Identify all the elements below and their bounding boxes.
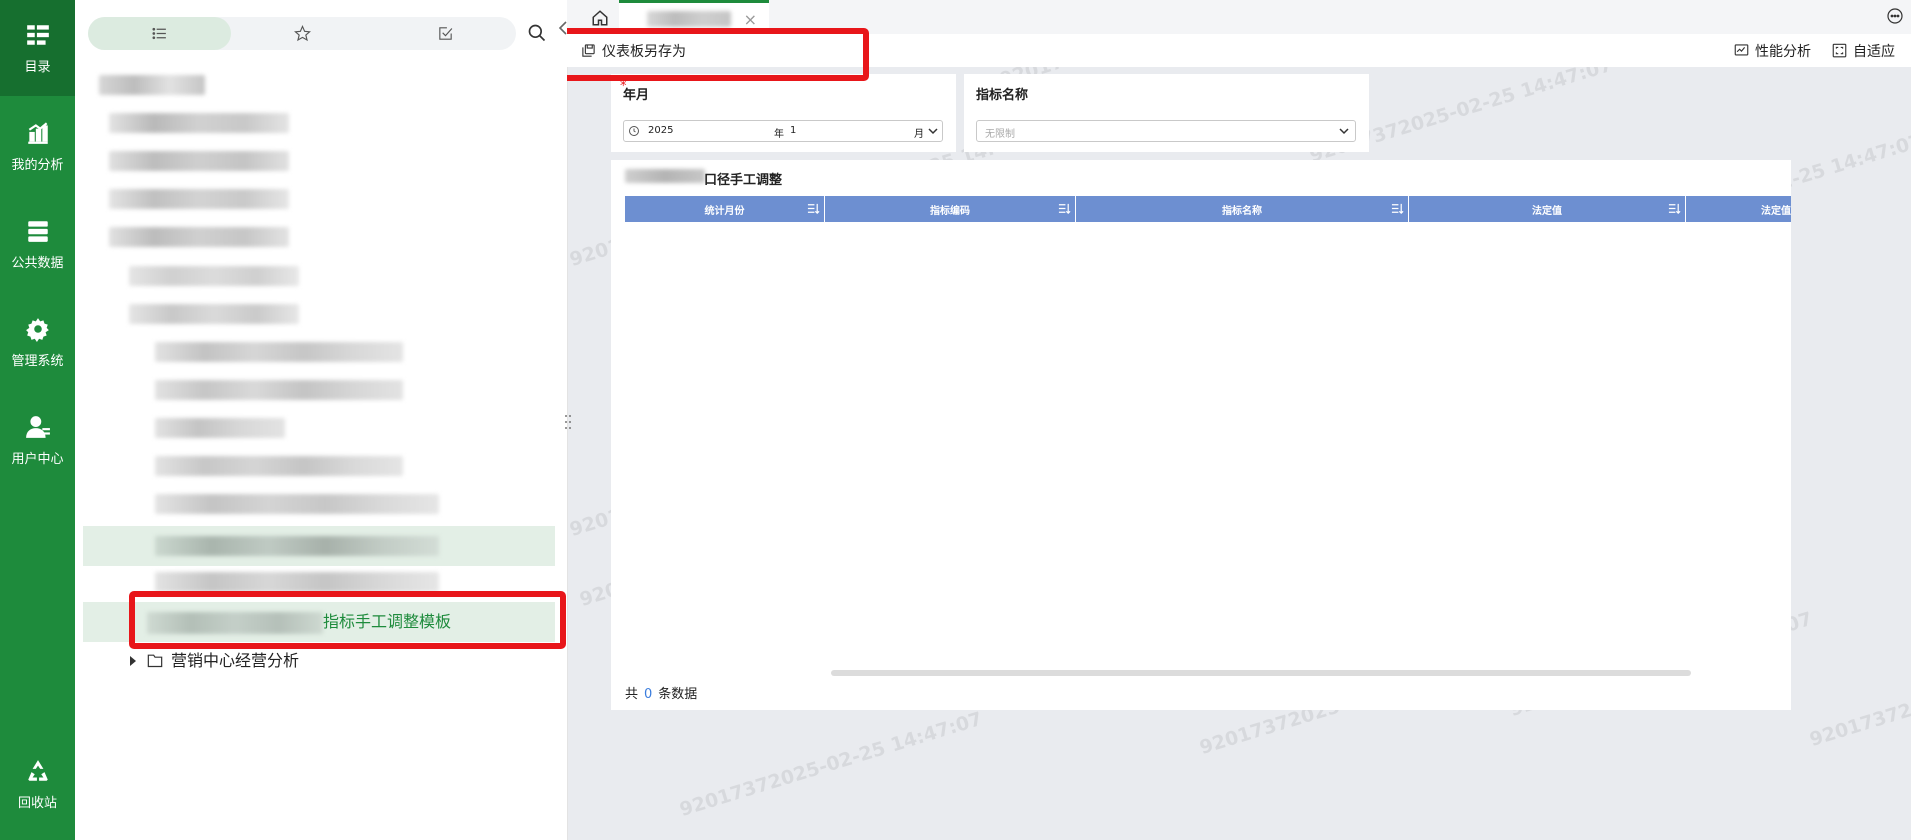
checkbox-icon xyxy=(439,27,453,40)
tab-title-redacted xyxy=(647,11,731,27)
home-icon[interactable] xyxy=(591,9,609,27)
tree-folder-label: 营销中心经营分析 xyxy=(171,651,300,670)
table-title-redacted xyxy=(625,169,705,183)
month-value: 1 xyxy=(790,125,797,136)
tree-row-highlighted[interactable] xyxy=(83,526,555,566)
more-options-icon[interactable] xyxy=(1887,8,1903,24)
year-value: 2025 xyxy=(648,125,674,136)
folder-icon xyxy=(147,654,163,668)
year-month-picker[interactable]: 2025 年 1 月 xyxy=(623,120,943,142)
tree-item-redacted[interactable] xyxy=(155,418,285,438)
annotation-highlight-box xyxy=(129,591,566,649)
rail-item-my-analysis[interactable]: 我的分析 xyxy=(0,98,75,194)
rail-label: 目录 xyxy=(24,59,51,75)
performance-analysis-button[interactable]: 性能分析 xyxy=(1734,34,1811,67)
filter-year-month: * 年月 2025 年 1 月 xyxy=(611,74,956,152)
performance-label: 性能分析 xyxy=(1755,43,1811,60)
table-header: 统计月份 指标编码 指标名称 法定值 法定值 xyxy=(625,196,1791,222)
chevron-down-icon xyxy=(928,128,938,135)
left-nav-rail: 目录 我的分析 公共数据 管理系统 用户中心 回收站 xyxy=(0,0,75,840)
tree-item-redacted[interactable] xyxy=(109,151,289,171)
catalog-panel: 指标手工调整模板 营销中心经营分析 xyxy=(75,0,568,840)
row-count: 0 xyxy=(644,687,653,702)
tree-item-redacted[interactable] xyxy=(99,75,205,95)
watermark: 92017372025-02-25 14:47:07 xyxy=(677,707,985,822)
tab-list[interactable] xyxy=(88,17,231,50)
sort-icon[interactable] xyxy=(1058,202,1071,215)
search-icon[interactable] xyxy=(527,23,547,43)
sort-icon[interactable] xyxy=(807,202,820,215)
tree-item-redacted[interactable] xyxy=(155,380,403,400)
clock-icon xyxy=(629,126,639,136)
auto-fit-button[interactable]: 自适应 xyxy=(1832,34,1895,67)
watermark: 92017372025-02-25 14:47:07 xyxy=(1807,638,1911,752)
annotation-highlight-box xyxy=(567,28,869,81)
list-icon xyxy=(152,27,166,40)
catalog-icon xyxy=(26,24,49,45)
star-icon xyxy=(294,25,311,42)
column-header[interactable]: 指标名称 xyxy=(1076,196,1409,222)
rail-label: 公共数据 xyxy=(11,255,64,271)
close-icon[interactable]: × xyxy=(744,10,757,29)
filter-label: 指标名称 xyxy=(976,88,1029,103)
rail-label: 用户中心 xyxy=(11,451,64,467)
column-header[interactable]: 法定值 xyxy=(1686,196,1791,222)
month-unit: 月 xyxy=(914,129,924,140)
chevron-down-icon xyxy=(1339,128,1349,135)
filter-label: 年月 xyxy=(623,88,650,103)
rail-label: 我的分析 xyxy=(11,157,64,173)
filter-indicator-name: 指标名称 无限制 xyxy=(964,74,1369,152)
column-header[interactable]: 指标编码 xyxy=(825,196,1076,222)
tree-item-redacted xyxy=(155,536,439,556)
table-title: 口径手工调整 xyxy=(704,173,783,188)
tree-folder-marketing[interactable]: 营销中心经营分析 xyxy=(125,650,385,674)
rail-item-public-data[interactable]: 公共数据 xyxy=(0,196,75,292)
column-header[interactable]: 法定值 xyxy=(1409,196,1686,222)
year-unit: 年 xyxy=(774,129,784,140)
auto-fit-label: 自适应 xyxy=(1853,43,1895,60)
tree-item-redacted[interactable] xyxy=(155,494,439,514)
indicator-placeholder: 无限制 xyxy=(985,129,1015,140)
tree-item-redacted[interactable] xyxy=(155,572,439,592)
rail-label: 管理系统 xyxy=(11,353,64,369)
column-header[interactable]: 统计月份 xyxy=(625,196,825,222)
rail-item-catalog[interactable]: 目录 xyxy=(0,0,75,96)
sort-icon[interactable] xyxy=(1668,202,1681,215)
expand-arrow-icon[interactable] xyxy=(129,656,137,666)
rail-item-recycle-bin[interactable]: 回收站 xyxy=(0,736,75,832)
tree-item-redacted[interactable] xyxy=(155,456,403,476)
tree-item-redacted[interactable] xyxy=(109,227,289,247)
tree-item-redacted[interactable] xyxy=(155,342,403,362)
user-icon xyxy=(25,415,50,438)
tree-item-redacted[interactable] xyxy=(109,189,289,209)
catalog-tab-switcher xyxy=(88,17,516,50)
rail-label: 回收站 xyxy=(17,795,57,811)
dashboard-main: 92017372025-02-25 14:47:07 92017372025-0… xyxy=(567,0,1911,840)
recycle-icon xyxy=(27,759,48,781)
rail-item-admin-system[interactable]: 管理系统 xyxy=(0,294,75,390)
sort-icon[interactable] xyxy=(1391,202,1404,215)
horizontal-scrollbar[interactable] xyxy=(831,670,1691,676)
tab-favorites[interactable] xyxy=(231,17,374,50)
analysis-icon xyxy=(27,121,48,144)
rail-item-user-center[interactable]: 用户中心 xyxy=(0,392,75,488)
fit-screen-icon xyxy=(1832,43,1847,58)
performance-icon xyxy=(1734,44,1749,56)
table-footer: 共 0 条数据 xyxy=(625,687,698,702)
tree-item-redacted[interactable] xyxy=(129,304,299,324)
detail-table-card: 口径手工调整 统计月份 指标编码 指标名称 法定值 法定值 共 0 条数据 xyxy=(611,160,1791,710)
tree-item-redacted[interactable] xyxy=(129,266,299,286)
tab-tasks[interactable] xyxy=(374,17,517,50)
tree-item-redacted[interactable] xyxy=(109,113,289,133)
indicator-select[interactable]: 无限制 xyxy=(976,120,1356,142)
database-icon xyxy=(27,220,48,242)
gear-icon xyxy=(25,317,49,342)
